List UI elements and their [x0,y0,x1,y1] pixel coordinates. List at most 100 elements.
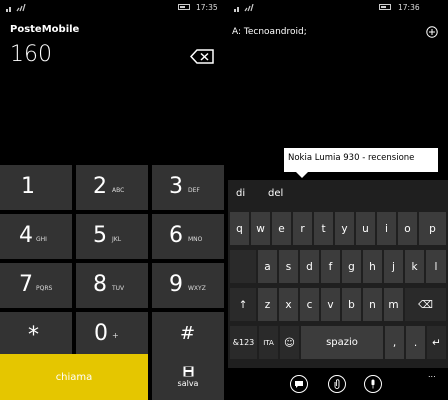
key-7[interactable]: 7 PQRS [0,263,72,308]
comma-key[interactable]: , [385,326,404,359]
key-digit: 4 [19,223,33,248]
key-q[interactable]: q [230,212,249,245]
dialed-number: 160 [10,42,52,67]
key-u[interactable]: u [356,212,375,245]
key-9[interactable]: 9 WXYZ [152,263,224,308]
key-w[interactable]: w [251,212,270,245]
add-recipient-icon[interactable] [426,26,438,38]
microphone-icon[interactable] [364,375,382,393]
key-6[interactable]: 6 MNO [152,214,224,259]
key-k[interactable]: k [405,250,424,283]
message-screen: 17:36 A: Tecnoandroid; Nokia Lumia 930 -… [228,0,448,400]
key-e[interactable]: e [272,212,291,245]
key-p[interactable]: p [419,212,446,245]
key-letters: WXYZ [188,285,206,292]
more-options-icon[interactable]: ... [428,370,436,379]
key-i[interactable]: i [377,212,396,245]
key-letters: MNO [188,236,203,243]
key-digit: 5 [93,223,107,248]
key-letters: JKL [112,236,122,243]
save-icon [183,366,193,377]
recipient-field[interactable]: A: Tecnoandroid; [232,27,307,37]
key-v[interactable]: v [321,288,340,321]
key-s[interactable]: s [279,250,298,283]
clock: 17:36 [398,3,420,12]
key-l[interactable]: l [426,250,446,283]
enter-key[interactable]: ↵ [427,326,446,359]
language-key[interactable]: ITA [259,326,278,359]
key-digit: # [180,323,196,344]
key-f[interactable]: f [321,250,340,283]
key-digit: 3 [169,174,183,199]
key-1[interactable]: 1 [0,165,72,210]
key-digit: 9 [169,272,183,297]
key-t[interactable]: t [314,212,333,245]
suggestion-popup[interactable]: Nokia Lumia 930 - recensione [284,148,438,178]
key-5[interactable]: 5 JKL [76,214,148,259]
symbols-key[interactable]: &123 [230,326,257,359]
key-letters: DEF [188,187,200,194]
status-bar: 17:36 [228,0,448,16]
signal-icon [234,4,254,12]
mic-icon [371,379,375,389]
carrier-name: PosteMobile [10,24,80,35]
key-4[interactable]: 4 GHI [0,214,72,259]
key-8[interactable]: 8 TUV [76,263,148,308]
key-z[interactable]: z [258,288,277,321]
paperclip-icon [334,379,340,389]
send-icon [295,381,303,388]
send-message-icon[interactable] [290,375,308,393]
clock: 17:35 [196,3,218,12]
key-m[interactable]: m [384,288,403,321]
app-bar: ... [228,368,448,400]
key-digit: * [28,323,39,348]
key-digit: 2 [93,174,107,199]
space-key[interactable]: spazio [301,326,383,359]
word-suggestion-bar: di del [228,180,448,208]
key-2[interactable]: 2 ABC [76,165,148,210]
key-hash[interactable]: # [152,312,224,357]
key-letters: + [112,331,119,340]
key-g[interactable]: g [342,250,361,283]
battery-icon [178,4,190,10]
key-0[interactable]: 0 + [76,312,148,357]
key-digit: 8 [93,272,107,297]
battery-icon [379,4,391,10]
key-j[interactable]: j [384,250,403,283]
key-b[interactable]: b [342,288,361,321]
key-h[interactable]: h [363,250,382,283]
word-suggestion[interactable]: del [268,188,283,199]
key-letters: GHI [36,236,47,243]
key-y[interactable]: y [335,212,354,245]
key-letters: PQRS [36,285,53,292]
backspace-icon[interactable] [190,49,214,64]
key-3[interactable]: 3 DEF [152,165,224,210]
key-digit: 7 [19,272,33,297]
backspace-key[interactable]: ⌫ [405,288,446,321]
period-key[interactable]: . [406,326,425,359]
shift-key[interactable]: ↑ [230,288,256,321]
key-c[interactable]: c [300,288,319,321]
key-letters: TUV [112,285,125,292]
key-r[interactable]: r [293,212,312,245]
status-bar: 17:35 [0,0,224,16]
save-button[interactable]: salva [152,354,224,400]
signal-icon [6,4,26,12]
word-suggestion[interactable]: di [236,188,245,199]
key-n[interactable]: n [363,288,382,321]
key-star[interactable]: * [0,312,72,357]
key-x[interactable]: x [279,288,298,321]
key-d[interactable]: d [300,250,319,283]
key-digit: 6 [169,223,183,248]
attach-icon[interactable] [328,375,346,393]
key-digit: 0 [94,321,108,346]
key-a[interactable]: a [258,250,277,283]
dialer-screen: 17:35 PosteMobile 160 1 2 ABC 3 DEF 4 GH… [0,0,224,400]
emoji-key[interactable]: ☺ [280,326,299,359]
call-label: chiama [55,371,93,383]
key-o[interactable]: o [398,212,417,245]
key-letters: ABC [112,187,125,194]
call-button[interactable]: chiama [0,354,148,400]
save-label: salva [177,379,199,388]
key-digit: 1 [21,174,35,199]
